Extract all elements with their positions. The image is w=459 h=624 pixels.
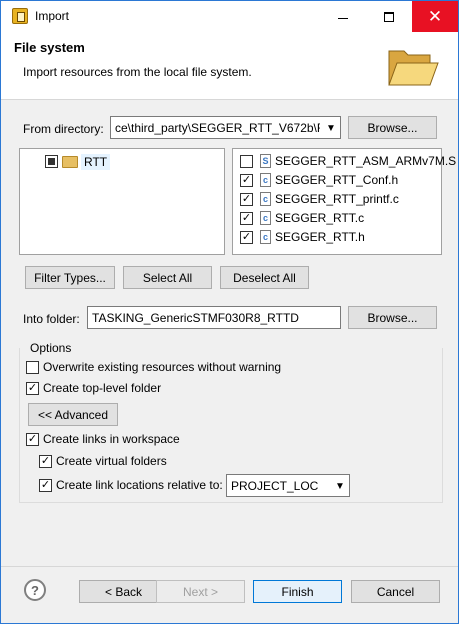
file-checkbox[interactable]: ✓ [240,192,253,206]
file-label: SEGGER_RTT.h [275,230,365,244]
relative-to-checkbox[interactable]: ✓ Create link locations relative to: [39,478,223,492]
create-virtual-folders-checkbox[interactable]: ✓ Create virtual folders [39,454,167,468]
file-checkbox[interactable]: ✓ [240,211,253,225]
tree-item-checkbox[interactable] [45,155,58,168]
list-item[interactable]: ✓ c SEGGER_RTT.c [240,209,364,227]
wizard-header: File system Import resources from the lo… [1,32,458,100]
c-file-icon: c [260,211,271,225]
relative-to-label: Create link locations relative to: [56,478,223,492]
from-directory-value: ce\third_party\SEGGER_RTT_V672b\RTT [115,121,320,135]
create-links-checkbox[interactable]: ✓ Create links in workspace [26,432,180,446]
advanced-button[interactable]: << Advanced [28,403,118,426]
into-folder-browse-button[interactable]: Browse... [348,306,437,329]
c-file-icon: c [260,192,271,206]
import-dialog: Import ✕ File system Import resources fr… [0,0,459,624]
overwrite-label: Overwrite existing resources without war… [43,360,282,374]
from-directory-combo[interactable]: ce\third_party\SEGGER_RTT_V672b\RTT ▼ [110,116,341,139]
checkbox[interactable]: ✓ [39,478,52,492]
maximize-button[interactable] [366,1,412,32]
options-group-label: Options [28,341,74,355]
maximize-icon [384,11,394,22]
asm-file-icon: S [260,154,271,168]
filter-types-button[interactable]: Filter Types... [25,266,115,289]
into-folder-value[interactable] [88,307,340,328]
chevron-down-icon[interactable]: ▼ [333,479,347,493]
create-top-level-label: Create top-level folder [43,381,162,395]
list-item[interactable]: S SEGGER_RTT_ASM_ARMv7M.S [240,152,456,170]
checkbox[interactable]: ✓ [39,454,52,468]
footer-separator [1,566,458,567]
select-all-button[interactable]: Select All [123,266,212,289]
cancel-button[interactable]: Cancel [351,580,440,603]
page-title: File system [14,40,85,55]
from-directory-browse-button[interactable]: Browse... [348,116,437,139]
into-folder-label: Into folder: [23,312,80,326]
file-checkbox[interactable] [240,154,253,168]
relative-to-value: PROJECT_LOC [231,479,319,493]
tree-item-rtt[interactable]: RTT [45,153,111,170]
create-virtual-folders-label: Create virtual folders [56,454,167,468]
list-item[interactable]: ✓ c SEGGER_RTT_printf.c [240,190,399,208]
create-top-level-checkbox[interactable]: ✓ Create top-level folder [26,381,161,395]
title-bar[interactable]: Import ✕ [1,1,458,32]
c-file-icon: c [260,173,271,187]
folder-tree[interactable]: RTT [19,148,225,255]
list-item[interactable]: ✓ c SEGGER_RTT_Conf.h [240,171,398,189]
file-label: SEGGER_RTT_Conf.h [275,173,399,187]
help-icon[interactable]: ? [24,579,46,601]
page-description: Import resources from the local file sys… [23,65,252,79]
close-button[interactable]: ✕ [412,1,458,32]
chevron-down-icon[interactable]: ▼ [324,121,338,135]
from-directory-label: From directory: [23,122,104,136]
overwrite-checkbox[interactable]: Overwrite existing resources without war… [26,360,281,374]
checkbox[interactable]: ✓ [26,432,39,446]
app-icon [12,8,28,24]
file-list[interactable]: S SEGGER_RTT_ASM_ARMv7M.S ✓ c SEGGER_RTT… [232,148,456,255]
c-file-icon: c [260,230,271,244]
partial-check-indicator [48,158,55,165]
minimize-icon [338,17,348,19]
window-title: Import [35,9,70,23]
checkbox[interactable] [26,360,39,374]
minimize-button[interactable] [320,1,366,32]
create-links-label: Create links in workspace [43,432,180,446]
folder-icon [62,155,78,168]
file-label: SEGGER_RTT_ASM_ARMv7M.S [275,154,457,168]
list-item[interactable]: ✓ c SEGGER_RTT.h [240,228,365,246]
next-button[interactable]: Next > [156,580,245,603]
file-checkbox[interactable]: ✓ [240,173,253,187]
checkbox[interactable]: ✓ [26,381,39,395]
file-label: SEGGER_RTT_printf.c [275,192,399,206]
file-label: SEGGER_RTT.c [275,211,365,225]
finish-button[interactable]: Finish [253,580,342,603]
close-icon: ✕ [427,7,443,26]
folder-open-icon [388,50,439,86]
into-folder-input[interactable] [87,306,341,329]
deselect-all-button[interactable]: Deselect All [220,266,309,289]
tree-item-label: RTT [81,153,111,170]
relative-to-combo[interactable]: PROJECT_LOC ▼ [226,474,350,497]
file-checkbox[interactable]: ✓ [240,230,253,244]
back-button[interactable]: < Back [79,580,168,603]
